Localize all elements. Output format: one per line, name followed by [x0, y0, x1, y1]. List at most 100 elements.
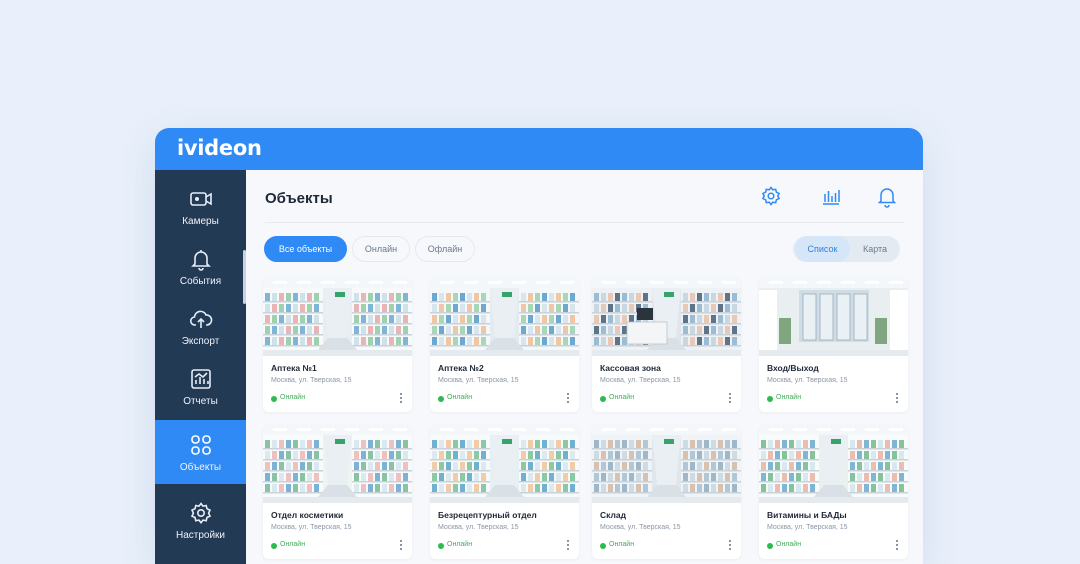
status-badge: Онлайн	[776, 541, 802, 548]
card-title: Отдел косметики	[271, 510, 344, 520]
sidebar-item-export[interactable]: Экспорт	[155, 298, 246, 358]
objects-grid-icon	[190, 435, 211, 455]
more-menu-button[interactable]	[563, 391, 573, 405]
card-thumbnail[interactable]	[592, 278, 741, 356]
kebab-menu-icon	[895, 392, 899, 404]
main-content: Объекты Все объекты Онлайн Офлайн Список…	[246, 170, 923, 564]
status-online-dot	[767, 396, 773, 402]
card-address: Москва, ул. Тверская, 15	[271, 524, 352, 531]
gear-icon	[190, 502, 211, 525]
status-online-dot	[271, 396, 277, 402]
notifications-button[interactable]	[875, 184, 899, 208]
sidebar: Камеры События Экспорт Отчеты Объекты На…	[155, 170, 246, 564]
more-menu-button[interactable]	[396, 391, 406, 405]
tab-all-objects[interactable]: Все объекты	[264, 236, 347, 262]
card-thumbnail[interactable]	[430, 278, 579, 356]
camera-snapshot-image	[263, 278, 412, 356]
card-thumbnail[interactable]	[592, 425, 741, 503]
sidebar-item-objects[interactable]: Объекты	[155, 420, 246, 484]
card-title: Безрецептурный отдел	[438, 510, 537, 520]
object-card[interactable]: Аптека №1 Москва, ул. Тверская, 15 Онлайн	[263, 278, 412, 412]
sidebar-item-label: Настройки	[175, 530, 226, 541]
sidebar-item-events[interactable]: События	[155, 238, 246, 298]
object-card[interactable]: Витамины и БАДы Москва, ул. Тверская, 15 О…	[759, 425, 908, 559]
sidebar-item-settings[interactable]: Настройки	[155, 492, 246, 552]
view-map-button[interactable]: Карта	[850, 236, 900, 262]
more-menu-button[interactable]	[563, 538, 573, 552]
status-badge: Онлайн	[447, 394, 473, 401]
view-list-button[interactable]: Список	[795, 236, 850, 262]
status-online-dot	[438, 543, 444, 549]
kebab-menu-icon	[566, 539, 570, 551]
settings-button[interactable]	[759, 184, 783, 208]
tab-offline[interactable]: Офлайн	[415, 236, 475, 262]
card-address: Москва, ул. Тверская, 15	[271, 377, 352, 384]
sidebar-item-label: Экспорт	[181, 336, 220, 347]
camera-snapshot-image	[592, 425, 741, 503]
card-thumbnail[interactable]	[759, 278, 908, 356]
header-divider	[265, 222, 905, 223]
camera-icon	[189, 192, 212, 206]
sidebar-item-label: Камеры	[182, 216, 219, 227]
notifications-icon	[877, 188, 897, 208]
cloud-upload-icon	[189, 310, 212, 328]
card-thumbnail[interactable]	[430, 425, 579, 503]
sidebar-item-reports[interactable]: Отчеты	[155, 358, 246, 418]
card-title: Вход/Выход	[767, 363, 819, 373]
kebab-menu-icon	[728, 539, 732, 551]
status-badge: Онлайн	[776, 394, 802, 401]
object-card[interactable]: Вход/Выход Москва, ул. Тверская, 15 Онлайн	[759, 278, 908, 412]
card-title: Аптека №1	[271, 363, 317, 373]
camera-snapshot-image	[430, 425, 579, 503]
card-title: Витамины и БАДы	[767, 510, 847, 520]
page-title: Объекты	[265, 190, 333, 207]
sidebar-item-label: События	[179, 276, 222, 287]
camera-snapshot-image	[592, 278, 741, 356]
kebab-menu-icon	[895, 539, 899, 551]
card-address: Москва, ул. Тверская, 15	[438, 377, 519, 384]
tab-online[interactable]: Онлайн	[352, 236, 410, 262]
ivideon-logo[interactable]: ivideon	[177, 136, 262, 160]
status-online-dot	[600, 396, 606, 402]
camera-snapshot-image	[430, 278, 579, 356]
status-badge: Онлайн	[609, 394, 635, 401]
camera-snapshot-image	[263, 425, 412, 503]
more-menu-button[interactable]	[725, 391, 735, 405]
kebab-menu-icon	[566, 392, 570, 404]
object-card[interactable]: Безрецептурный отдел Москва, ул. Тверская…	[430, 425, 579, 559]
app-window: ivideon Камеры События Экспорт Отчеты Об…	[155, 128, 923, 564]
object-card[interactable]: Отдел косметики Москва, ул. Тверская, 15 О…	[263, 425, 412, 559]
analytics-icon	[823, 190, 840, 205]
camera-snapshot-image	[759, 425, 908, 503]
analytics-button[interactable]	[819, 184, 843, 208]
status-online-dot	[600, 543, 606, 549]
status-badge: Онлайн	[609, 541, 635, 548]
card-title: Кассовая зона	[600, 363, 661, 373]
kebab-menu-icon	[399, 539, 403, 551]
status-online-dot	[438, 396, 444, 402]
card-thumbnail[interactable]	[263, 278, 412, 356]
card-address: Москва, ул. Тверская, 15	[600, 524, 681, 531]
object-card[interactable]: Аптека №2 Москва, ул. Тверская, 15 Онлайн	[430, 278, 579, 412]
card-title: Склад	[600, 510, 627, 520]
more-menu-button[interactable]	[725, 538, 735, 552]
kebab-menu-icon	[728, 392, 732, 404]
card-address: Москва, ул. Тверская, 15	[767, 524, 848, 531]
card-title: Аптека №2	[438, 363, 484, 373]
bell-icon	[190, 250, 211, 271]
report-chart-icon	[190, 369, 211, 389]
object-card[interactable]: Кассовая зона Москва, ул. Тверская, 15 Онл…	[592, 278, 741, 412]
kebab-menu-icon	[399, 392, 403, 404]
more-menu-button[interactable]	[892, 538, 902, 552]
status-badge: Онлайн	[447, 541, 473, 548]
object-card[interactable]: Склад Москва, ул. Тверская, 15 Онлайн	[592, 425, 741, 559]
sidebar-item-label: Объекты	[179, 462, 222, 473]
sidebar-item-cameras[interactable]: Камеры	[155, 178, 246, 238]
settings-icon	[761, 186, 781, 206]
more-menu-button[interactable]	[892, 391, 902, 405]
card-thumbnail[interactable]	[759, 425, 908, 503]
more-menu-button[interactable]	[396, 538, 406, 552]
camera-snapshot-image	[759, 278, 908, 356]
card-thumbnail[interactable]	[263, 425, 412, 503]
card-address: Москва, ул. Тверская, 15	[600, 377, 681, 384]
